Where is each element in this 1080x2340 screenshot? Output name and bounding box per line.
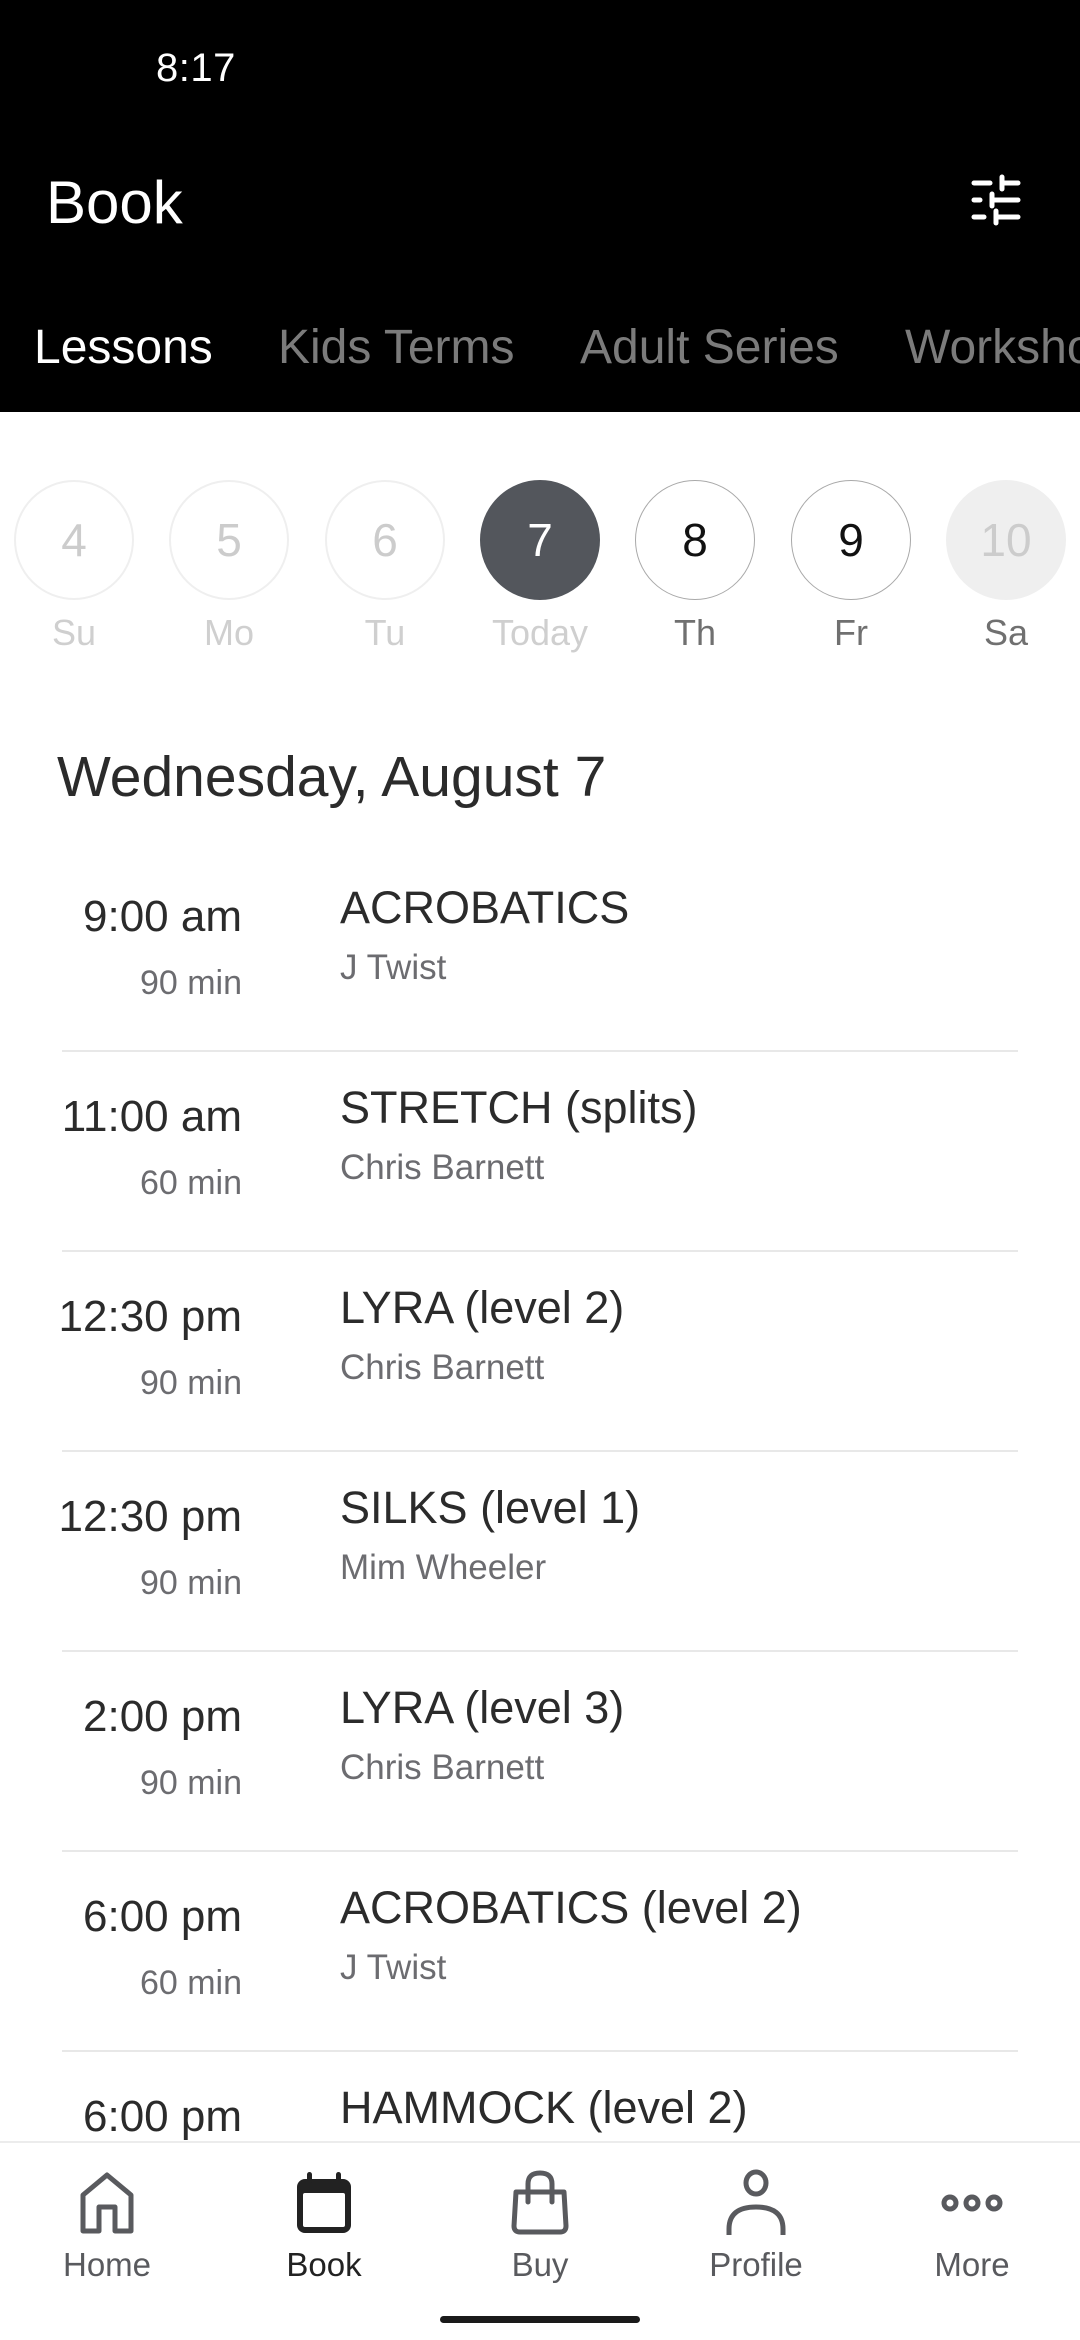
class-instructor: Chris Barnett [340,1348,545,1387]
nav-home[interactable]: Home [17,2163,197,2285]
class-row[interactable]: 6:00 pm HAMMOCK (level 2) [0,2052,1080,2142]
class-name: SILKS (level 1) [340,1482,641,1533]
nav-label: More [934,2246,1010,2283]
class-name: LYRA (level 3) [340,1682,625,1733]
nav-label: Profile [709,2246,803,2283]
class-instructor: J Twist [340,948,447,987]
class-row[interactable]: 12:30 pm 90 min LYRA (level 2) Chris Bar… [0,1252,1080,1452]
class-duration: 90 min [139,1364,242,1402]
day-number: 10 [946,480,1066,600]
nav-label: Buy [511,2246,569,2283]
class-duration: 90 min [139,1764,242,1802]
class-name: STRETCH (splits) [340,1082,698,1133]
class-name: HAMMOCK (level 2) [340,2082,748,2133]
class-instructor: Chris Barnett [340,1748,545,1787]
day-number: 4 [14,480,134,600]
nav-book[interactable]: Book [234,2163,414,2285]
page-title: Book [46,169,183,236]
day-label: Th [673,612,716,653]
nav-profile[interactable]: Profile [666,2163,846,2285]
calendar-icon [284,2163,364,2243]
day-6[interactable]: 6 Tu [323,480,447,658]
nav-more[interactable]: More [882,2163,1062,2285]
day-7-today[interactable]: 7 Today [478,480,602,658]
app-header: 8:17 Book Lessons Kids Terms Adult Serie… [0,0,1080,412]
bottom-nav: Home Book Buy Profile More [0,2141,1080,2340]
day-10[interactable]: 10 Sa [944,480,1068,658]
status-bar-time: 8:17 [156,46,236,90]
class-time: 11:00 am [61,1092,242,1141]
home-indicator[interactable] [440,2316,640,2323]
more-dots-icon [932,2163,1012,2243]
class-name: ACROBATICS (level 2) [340,1882,802,1933]
home-icon [67,2163,147,2243]
class-duration: 90 min [139,1564,242,1602]
class-row[interactable]: 9:00 am 90 min ACROBATICS J Twist [0,852,1080,1052]
class-time: 12:30 pm [58,1292,242,1341]
day-label: Su [51,612,97,653]
class-duration: 60 min [139,1164,242,1202]
class-instructor: Mim Wheeler [340,1548,547,1587]
day-label: Fr [834,612,868,653]
tab-adult-series[interactable]: Adult Series [580,310,839,386]
class-duration: 90 min [139,964,242,1002]
class-row[interactable]: 11:00 am 60 min STRETCH (splits) Chris B… [0,1052,1080,1252]
tab-kids-terms[interactable]: Kids Terms [278,310,515,386]
shopping-bag-icon [500,2163,580,2243]
category-tabs: Lessons Kids Terms Adult Series Workshop… [0,310,1080,386]
day-9[interactable]: 9 Fr [789,480,913,658]
day-label: Tu [364,612,406,653]
day-4[interactable]: 4 Su [12,480,136,658]
class-time: 12:30 pm [58,1492,242,1541]
class-instructor: Chris Barnett [340,1148,545,1187]
nav-label: Book [286,2246,362,2283]
date-strip: 4 Su 5 Mo 6 Tu 7 Today 8 Th 9 Fr 10 Sa [0,480,1080,660]
class-duration: 60 min [139,1964,242,2002]
day-5[interactable]: 5 Mo [167,480,291,658]
class-instructor: J Twist [340,1948,447,1987]
sliders-icon [970,174,1022,231]
tab-lessons[interactable]: Lessons [34,310,213,386]
class-name: ACROBATICS [340,882,630,933]
day-label: Today [491,612,589,653]
nav-label: Home [62,2246,152,2283]
class-time: 2:00 pm [83,1692,242,1741]
class-time: 6:00 pm [83,2092,242,2141]
class-row[interactable]: 2:00 pm 90 min LYRA (level 3) Chris Barn… [0,1652,1080,1852]
class-row[interactable]: 12:30 pm 90 min SILKS (level 1) Mim Whee… [0,1452,1080,1652]
day-8[interactable]: 8 Th [633,480,757,658]
day-label: Mo [203,612,254,653]
class-time: 9:00 am [83,892,242,941]
day-number: 9 [791,480,911,600]
day-number: 6 [325,480,445,600]
class-row[interactable]: 6:00 pm 60 min ACROBATICS (level 2) J Tw… [0,1852,1080,2052]
class-name: LYRA (level 2) [340,1282,625,1333]
class-time: 6:00 pm [83,1892,242,1941]
class-list: 9:00 am 90 min ACROBATICS J Twist 11:00 … [0,852,1080,2142]
day-number: 7 [480,480,600,600]
tab-workshops[interactable]: Workshops [905,310,1080,386]
day-label: Sa [983,612,1029,653]
nav-buy[interactable]: Buy [450,2163,630,2285]
person-icon [716,2163,796,2243]
day-number: 8 [635,480,755,600]
filter-button[interactable] [960,166,1032,238]
day-number: 5 [169,480,289,600]
selected-date-heading: Wednesday, August 7 [57,745,607,809]
